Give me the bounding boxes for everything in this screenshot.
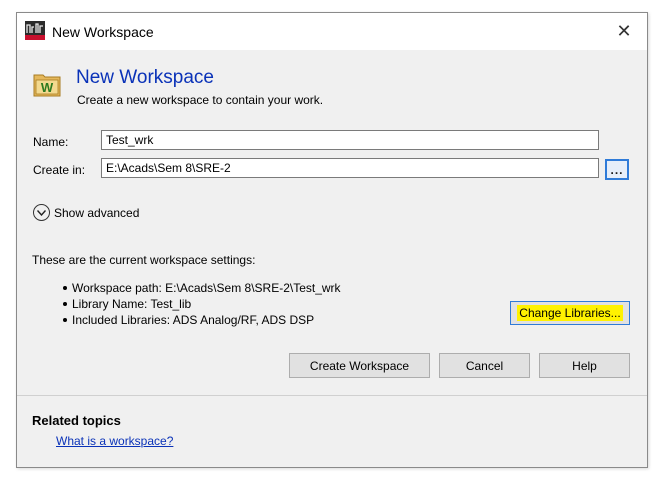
what-is-workspace-link[interactable]: What is a workspace? <box>56 434 173 448</box>
cancel-label: Cancel <box>465 358 504 373</box>
help-button[interactable]: Help <box>539 353 630 378</box>
library-name-text: Library Name: Test_lib <box>72 297 192 311</box>
header-subtitle: Create a new workspace to contain your w… <box>77 93 324 107</box>
chevron-down-icon <box>33 204 50 221</box>
show-advanced-label: Show advanced <box>54 205 140 220</box>
list-item: Workspace path: E:\Acads\Sem 8\SRE-2\Tes… <box>63 280 341 296</box>
settings-list: Workspace path: E:\Acads\Sem 8\SRE-2\Tes… <box>63 280 341 328</box>
create-workspace-button[interactable]: Create Workspace <box>289 353 430 378</box>
close-button[interactable]: ✕ <box>601 13 647 50</box>
show-advanced-toggle[interactable]: Show advanced <box>33 204 139 221</box>
new-workspace-dialog: New Workspace ✕ W New Workspace Create a… <box>16 12 648 468</box>
change-libraries-button[interactable]: Change Libraries... <box>510 301 630 325</box>
workspace-path-text: Workspace path: E:\Acads\Sem 8\SRE-2\Tes… <box>72 281 341 295</box>
workspace-folder-icon: W <box>33 71 61 97</box>
list-item: Library Name: Test_lib <box>63 296 341 312</box>
browse-button[interactable]: ... <box>605 159 629 180</box>
title-bar: New Workspace ✕ <box>17 13 647 50</box>
window-title: New Workspace <box>52 24 154 40</box>
name-label: Name: <box>33 135 69 149</box>
create-workspace-label: Create Workspace <box>309 358 410 373</box>
bullet-icon <box>63 285 67 290</box>
included-libraries-text: Included Libraries: ADS Analog/RF, ADS D… <box>72 313 315 327</box>
divider <box>17 395 647 396</box>
ads-app-icon <box>25 21 45 40</box>
bullet-icon <box>63 301 67 306</box>
bullet-icon <box>63 317 67 322</box>
create-in-input[interactable]: E:\Acads\Sem 8\SRE-2 <box>101 158 599 178</box>
cancel-button[interactable]: Cancel <box>439 353 530 378</box>
create-in-label: Create in: <box>33 163 86 177</box>
close-icon: ✕ <box>616 21 632 41</box>
settings-caption: These are the current workspace settings… <box>32 253 256 267</box>
list-item: Included Libraries: ADS Analog/RF, ADS D… <box>63 312 341 328</box>
name-input[interactable]: Test_wrk <box>101 130 599 150</box>
related-topics-title: Related topics <box>32 413 121 428</box>
help-label: Help <box>572 358 597 373</box>
svg-text:W: W <box>41 80 54 95</box>
change-libraries-label: Change Libraries... <box>517 305 623 321</box>
browse-label: ... <box>610 162 624 177</box>
header-title: New Workspace <box>76 67 214 88</box>
